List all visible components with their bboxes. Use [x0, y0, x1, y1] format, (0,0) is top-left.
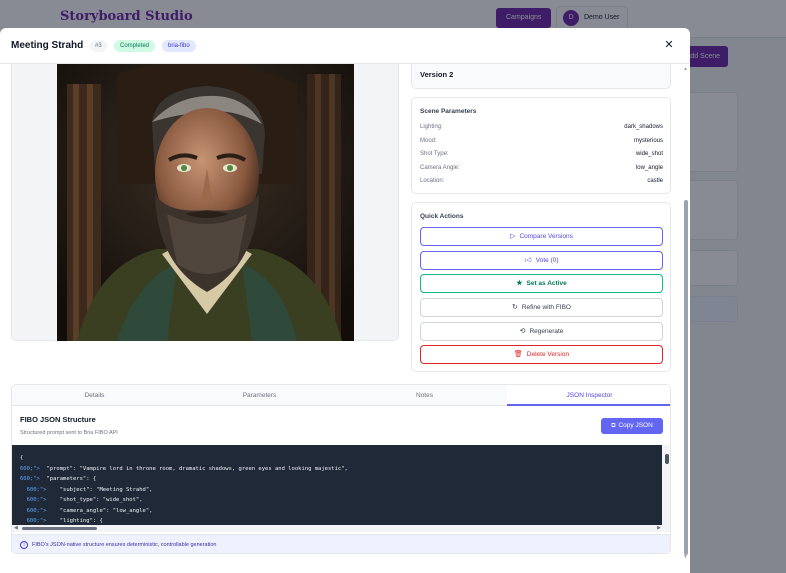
scene-number-badge: #3 [90, 40, 107, 52]
status-badge: Completed [114, 40, 156, 52]
modal-body[interactable]: Version 2 Scene Parameters Lighting: dar… [0, 64, 690, 573]
quick-actions-title: Quick Actions [420, 213, 464, 220]
button-label: Refine with FIBO [521, 304, 571, 311]
json-section-subtitle: Structured prompt sent to Bria FIBO API [20, 430, 118, 436]
param-key: Shot Type: [420, 151, 449, 157]
copy-icon: ⧉ [611, 423, 616, 429]
delete-version-button[interactable]: 🗑︎ Delete Version [420, 345, 663, 364]
model-badge: bria-fibo [162, 40, 196, 52]
code-prefix: 600;"> [26, 507, 47, 514]
code-prefix: 600;"> [26, 497, 47, 503]
tabs-panel: Details Parameters Notes JSON Inspector … [11, 384, 671, 554]
param-row: Mood: mysterious [420, 138, 663, 147]
modal-scrollbar[interactable]: ▲ ▼ [682, 64, 690, 564]
version-modal: Meeting Strahd #3 Completed bria-fibo ✕ [0, 28, 690, 573]
code-line: "camera_angle": "low_angle", [46, 507, 153, 514]
close-icon[interactable]: ✕ [662, 38, 676, 52]
tab-notes[interactable]: Notes [342, 385, 507, 406]
code-prefix: 600;"> [26, 486, 47, 493]
version-card: Version 2 [411, 64, 671, 89]
param-key: Location: [420, 178, 445, 184]
code-line: "shot_type": "wide_shot", [46, 497, 143, 503]
code-line: "subject": "Meeting Strahd", [46, 486, 153, 493]
code-line: "lighting": { [46, 518, 103, 524]
code-vertical-scrollbar[interactable] [662, 445, 670, 525]
code-prefix: 600;"> [20, 465, 40, 472]
code-prefix: 600;"> [26, 518, 47, 524]
play-icon: ▷ [510, 233, 516, 240]
scroll-down-icon[interactable]: ▼ [683, 554, 688, 560]
generated-image[interactable] [57, 64, 354, 341]
param-row: Location: castle [420, 178, 663, 187]
trash-icon: 🗑︎ [513, 351, 523, 358]
scrollbar-thumb[interactable] [22, 527, 97, 530]
param-row: Lighting: dark_shadows [420, 124, 663, 133]
code-line: { [20, 455, 24, 461]
thumbs-up-icon: 👍︎ [524, 257, 532, 264]
param-key: Camera Angle: [420, 165, 460, 171]
code-prefix: 600;"> [20, 476, 40, 482]
param-key: Mood: [420, 138, 437, 144]
compare-versions-button[interactable]: ▷ Compare Versions [420, 227, 663, 246]
param-row: Camera Angle: low_angle [420, 165, 663, 174]
scene-parameters-title: Scene Parameters [420, 108, 477, 115]
refine-button[interactable]: ↻ Refine with FIBO [420, 298, 663, 317]
star-icon: ★ [516, 280, 523, 287]
regenerate-icon: ⟲ [519, 328, 526, 335]
tab-parameters[interactable]: Parameters [177, 385, 342, 406]
copy-json-button[interactable]: ⧉ Copy JSON [601, 418, 663, 434]
button-label: Compare Versions [519, 233, 573, 240]
button-label: Regenerate [529, 328, 564, 335]
code-horizontal-scrollbar[interactable]: ◀ ▶ [12, 525, 670, 532]
vote-button[interactable]: 👍︎ Vote (0) [420, 251, 663, 270]
info-text: FIBO's JSON-native structure ensures det… [32, 542, 217, 548]
button-label: Vote (0) [535, 257, 559, 264]
param-value: dark_shadows [624, 124, 663, 130]
scrollbar-thumb[interactable] [665, 454, 669, 464]
json-section-title: FIBO JSON Structure [20, 415, 96, 424]
version-label: Version 2 [420, 70, 454, 79]
tab-json-inspector[interactable]: JSON Inspector [507, 385, 670, 406]
json-code: { 600;"> "prompt": "Vampire lord in thro… [20, 453, 348, 527]
scrollbar-thumb[interactable] [684, 200, 688, 555]
image-card [11, 64, 399, 341]
param-row: Shot Type: wide_shot [420, 151, 663, 160]
quick-actions-card: Quick Actions ▷ Compare Versions 👍︎ Vote (… [411, 202, 671, 372]
modal-title: Meeting Strahd [11, 40, 84, 51]
button-label: Set as Active [526, 280, 567, 287]
param-key: Lighting: [420, 124, 443, 130]
modal-header: Meeting Strahd #3 Completed bria-fibo ✕ [0, 28, 690, 64]
code-line: "prompt": "Vampire lord in throne room, … [39, 465, 348, 472]
scene-parameters-card: Scene Parameters Lighting: dark_shadows … [411, 97, 671, 194]
param-value: castle [647, 178, 663, 184]
param-value: wide_shot [635, 151, 663, 157]
tab-details[interactable]: Details [12, 385, 177, 406]
info-icon: i [20, 541, 28, 549]
code-line: "parameters": { [39, 476, 97, 482]
param-value: low_angle [635, 165, 663, 171]
info-banner: i FIBO's JSON-native structure ensures d… [12, 534, 670, 553]
refresh-icon: ↻ [511, 304, 518, 311]
scroll-right-icon[interactable]: ▶ [657, 525, 661, 531]
scroll-left-icon[interactable]: ◀ [14, 525, 18, 531]
param-value: mysterious [633, 138, 663, 144]
button-label: Copy JSON [618, 422, 653, 429]
set-active-button[interactable]: ★ Set as Active [420, 274, 663, 293]
tab-bar: Details Parameters Notes JSON Inspector [12, 385, 670, 406]
button-label: Delete Version [526, 351, 570, 358]
json-code-block[interactable]: { 600;"> "prompt": "Vampire lord in thro… [12, 445, 670, 532]
scroll-up-icon[interactable]: ▲ [683, 66, 688, 72]
regenerate-button[interactable]: ⟲ Regenerate [420, 322, 663, 341]
